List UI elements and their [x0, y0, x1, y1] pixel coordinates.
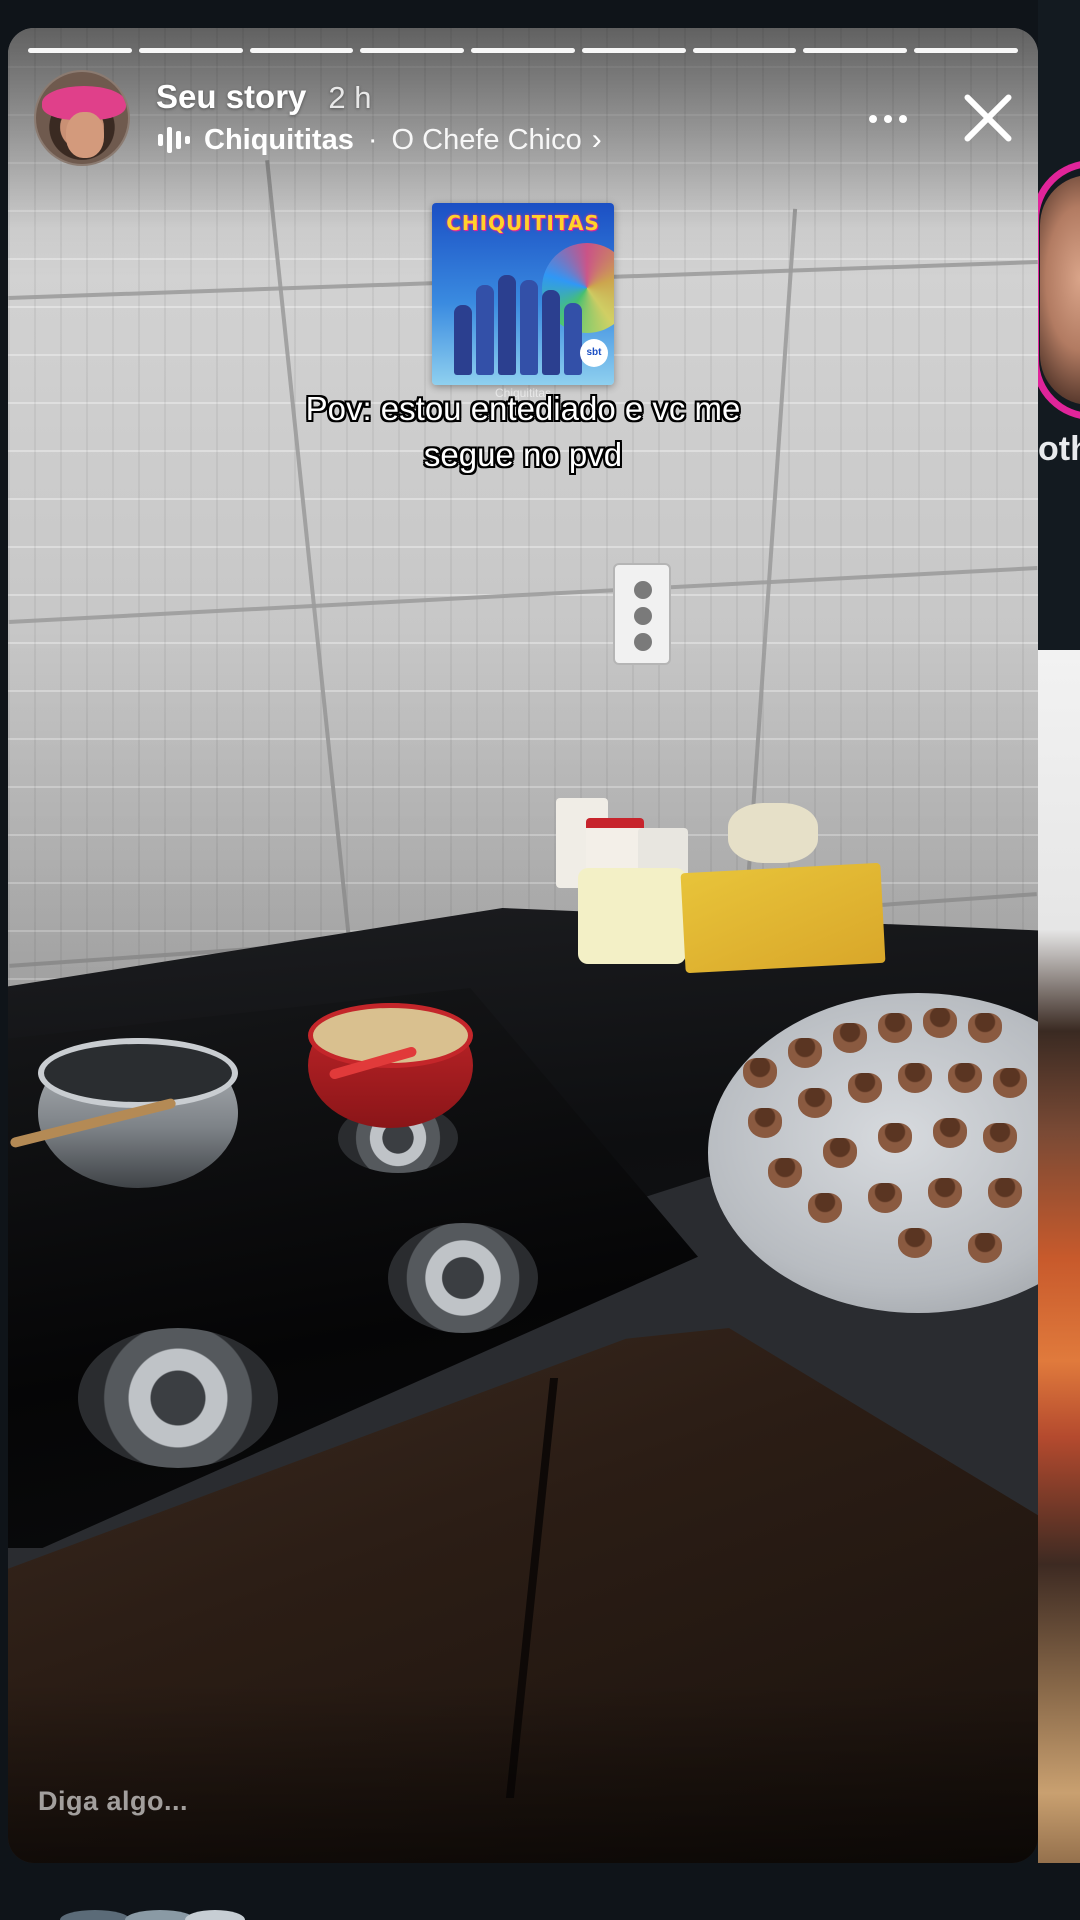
progress-segment	[138, 48, 243, 53]
next-story-peek[interactable]: othe	[1038, 0, 1080, 1920]
avatar[interactable]	[34, 70, 130, 166]
story-header: Seu story 2 h	[156, 78, 372, 116]
chocolate-cup	[878, 1013, 912, 1043]
close-icon[interactable]	[958, 88, 1018, 148]
snack-bags	[680, 862, 886, 974]
chocolate-cup	[808, 1193, 842, 1223]
album-figure	[498, 275, 516, 375]
steel-pot-rim	[38, 1038, 238, 1108]
album-figure	[476, 285, 494, 375]
caption-line: Pov: estou entediado e vc me	[305, 390, 741, 427]
chocolate-cup	[948, 1063, 982, 1093]
progress-segment	[360, 48, 465, 53]
chocolate-cup	[868, 1183, 902, 1213]
story-caption: Pov: estou entediado e vc me segue no pv…	[208, 386, 838, 478]
chocolate-cup	[833, 1023, 867, 1053]
progress-segment	[914, 48, 1019, 53]
butter-tub	[578, 868, 686, 964]
footer-gradient	[8, 1683, 1038, 1863]
music-bars-icon	[158, 125, 190, 155]
artist-name: O Chefe Chico	[391, 123, 582, 156]
album-figure	[542, 290, 560, 375]
album-cover-sticker[interactable]: CHIQUITITAS sbt	[432, 203, 614, 385]
story-viewer[interactable]: Seu story 2 h Chiquititas · O Chefe Chic…	[8, 28, 1038, 1863]
album-title: CHIQUITITAS	[446, 211, 600, 235]
music-separator: ·	[367, 123, 378, 156]
chocolate-cup	[928, 1178, 962, 1208]
chocolate-cup	[933, 1118, 967, 1148]
chocolate-cup	[968, 1013, 1002, 1043]
chocolate-cup	[748, 1108, 782, 1138]
avatar-face	[66, 112, 104, 158]
chocolate-cup	[743, 1058, 777, 1088]
chocolate-cup	[923, 1008, 957, 1038]
chocolate-cup	[798, 1088, 832, 1118]
username[interactable]: Seu story	[156, 78, 306, 116]
next-story-name: othe	[1038, 430, 1080, 468]
album-figure	[564, 303, 582, 375]
cream-can	[728, 803, 818, 863]
caption-line: segue no pvd	[423, 436, 623, 473]
chocolate-cup	[823, 1138, 857, 1168]
chocolate-cup	[898, 1228, 932, 1258]
chocolate-cup	[968, 1233, 1002, 1263]
reply-input[interactable]: Diga algo...	[38, 1786, 188, 1817]
progress-segment	[803, 48, 908, 53]
chocolate-cup	[788, 1038, 822, 1068]
chevron-right-icon: ›	[591, 123, 602, 156]
next-story-photo	[1038, 650, 1080, 1920]
progress-segment	[28, 48, 132, 53]
progress-segment	[249, 48, 354, 53]
burner	[78, 1328, 278, 1468]
album-figure	[454, 305, 472, 375]
timestamp: 2 h	[328, 80, 372, 115]
chocolate-cup	[993, 1068, 1027, 1098]
chocolate-cup	[983, 1123, 1017, 1153]
chocolate-cup	[848, 1073, 882, 1103]
chocolate-cup	[988, 1178, 1022, 1208]
progress-segment	[471, 48, 575, 53]
story-progress-bar	[28, 48, 1019, 53]
chocolate-cup	[878, 1123, 912, 1153]
chocolate-cup	[898, 1063, 932, 1093]
chocolate-cup	[768, 1158, 802, 1188]
progress-segment	[581, 48, 686, 53]
music-attribution[interactable]: Chiquititas · O Chefe Chico ›	[158, 123, 602, 157]
progress-segment	[692, 48, 797, 53]
more-horizontal-icon[interactable]	[858, 104, 918, 134]
wall-outlet	[613, 563, 671, 665]
next-story-avatar	[1040, 175, 1080, 405]
song-title: Chiquititas	[204, 123, 354, 156]
album-figure	[520, 280, 538, 375]
burner	[388, 1223, 538, 1333]
album-badge: sbt	[580, 339, 608, 367]
